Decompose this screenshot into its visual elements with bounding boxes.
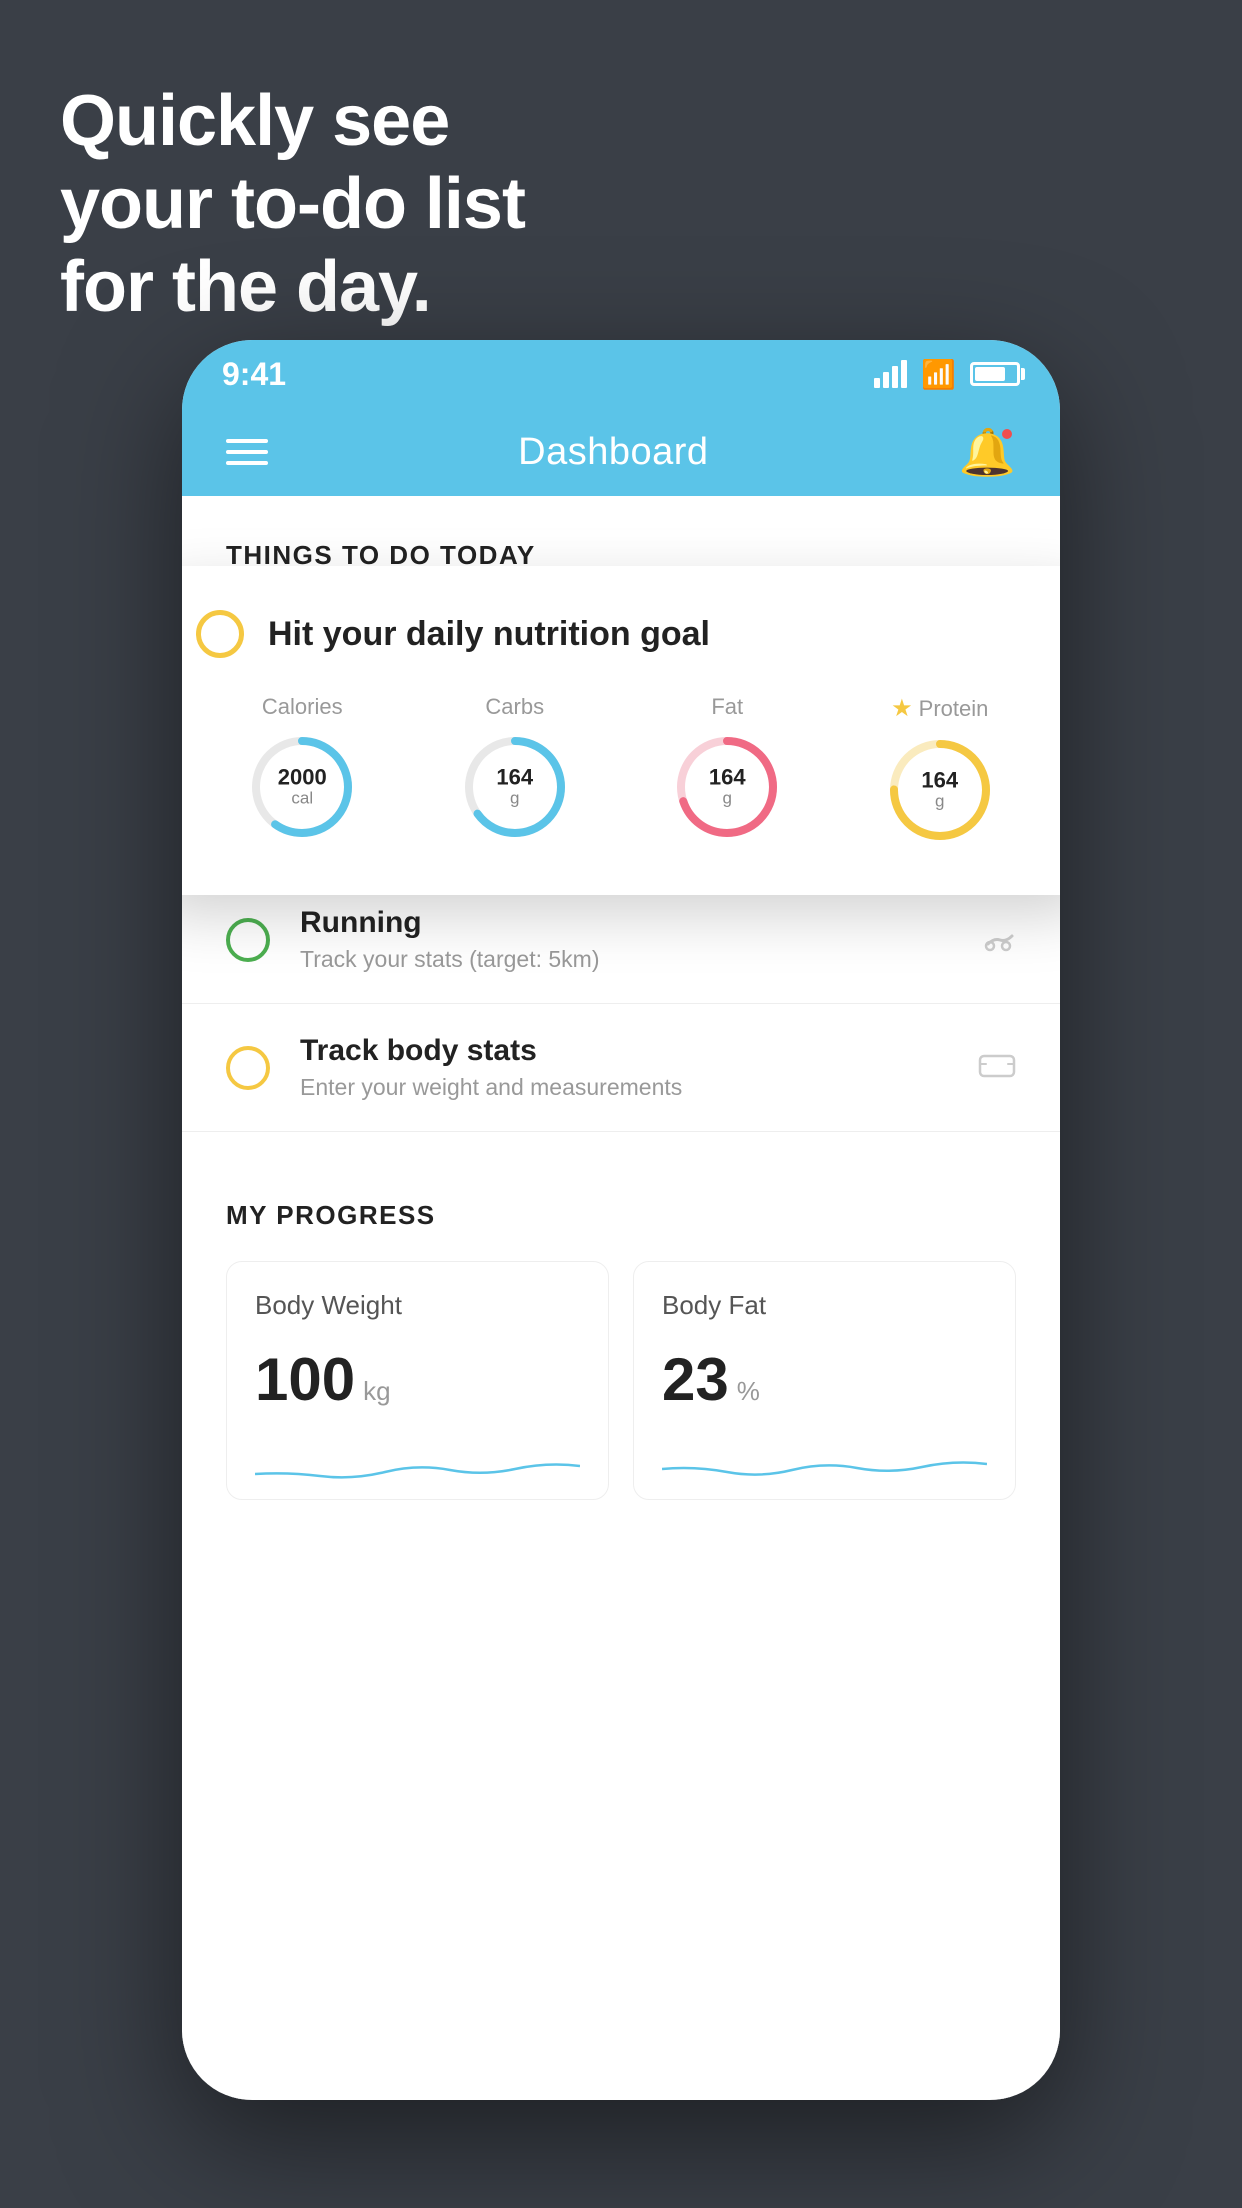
calories-item: Calories 2000 cal [247,694,357,842]
wifi-icon: 📶 [921,358,956,391]
protein-item: ★ Protein 164 g [885,694,995,845]
body-weight-card: Body Weight 100 kg [226,1261,609,1500]
calories-circle: 2000 cal [247,732,357,842]
protein-circle: 164 g [885,735,995,845]
body-stats-subtitle: Enter your weight and measurements [300,1074,1016,1101]
body-weight-value-row: 100 kg [255,1345,580,1414]
battery-icon [970,362,1020,386]
body-weight-label: Body Weight [255,1290,580,1321]
body-weight-chart [255,1434,580,1494]
status-bar: 9:41 📶 [182,340,1060,408]
nav-bar: Dashboard 🔔 [182,408,1060,496]
body-stats-icon [978,1047,1016,1089]
protein-value: 164 [921,769,958,793]
fat-value: 164 [709,766,746,790]
nutrition-radio[interactable] [196,610,244,658]
progress-section: MY PROGRESS Body Weight 100 kg Body Fat [182,1156,1060,1500]
fat-circle: 164 g [672,732,782,842]
carbs-item: Carbs 164 g [460,694,570,842]
notification-dot [1000,427,1014,441]
nav-title: Dashboard [518,431,708,474]
calories-label: Calories [262,694,343,720]
todo-item-body-stats[interactable]: Track body stats Enter your weight and m… [182,1004,1060,1132]
hero-text: Quickly see your to-do list for the day. [60,80,525,328]
todo-item-running[interactable]: Running Track your stats (target: 5km) [182,876,1060,1004]
status-icons: 📶 [874,358,1020,391]
running-icon [980,919,1016,961]
protein-label-row: ★ Protein [891,694,988,723]
hamburger-menu[interactable] [226,439,268,465]
body-fat-label: Body Fat [662,1290,987,1321]
body-weight-number: 100 [255,1345,355,1414]
carbs-value: 164 [496,766,533,790]
calories-value: 2000 [278,766,327,790]
running-content: Running Track your stats (target: 5km) [300,906,1016,973]
body-fat-chart [662,1434,987,1494]
fat-item: Fat 164 g [672,694,782,842]
body-stats-title: Track body stats [300,1034,1016,1068]
bell-container[interactable]: 🔔 [959,425,1016,480]
content-area: THINGS TO DO TODAY Hit your daily nutrit… [182,496,1060,2100]
nutrition-circles: Calories 2000 cal Carbs [196,694,1046,845]
body-fat-number: 23 [662,1345,729,1414]
fat-unit: g [709,790,746,809]
nutrition-card-title: Hit your daily nutrition goal [268,615,710,654]
progress-cards: Body Weight 100 kg Body Fat 23 % [226,1261,1016,1500]
body-weight-unit: kg [363,1376,390,1407]
star-icon: ★ [891,694,913,723]
carbs-unit: g [496,790,533,809]
status-time: 9:41 [222,356,286,393]
carbs-label: Carbs [485,694,544,720]
protein-label: Protein [919,696,989,722]
progress-title: MY PROGRESS [226,1200,1016,1231]
calories-unit: cal [278,790,327,809]
running-title: Running [300,906,1016,940]
carbs-circle: 164 g [460,732,570,842]
signal-bars [874,360,907,388]
phone-shell: 9:41 📶 Dashboard 🔔 [182,340,1060,2100]
body-stats-content: Track body stats Enter your weight and m… [300,1034,1016,1101]
running-subtitle: Track your stats (target: 5km) [300,946,1016,973]
body-fat-value-row: 23 % [662,1345,987,1414]
protein-unit: g [921,793,958,812]
nutrition-card: Hit your daily nutrition goal Calories 2… [182,566,1060,895]
body-fat-card: Body Fat 23 % [633,1261,1016,1500]
body-fat-unit: % [737,1376,760,1407]
body-stats-radio [226,1046,270,1090]
fat-label: Fat [711,694,743,720]
running-radio [226,918,270,962]
